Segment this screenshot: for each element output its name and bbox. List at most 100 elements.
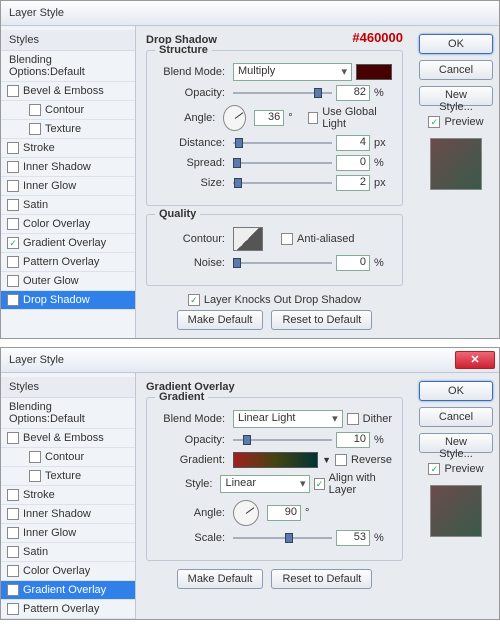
sidebar-item-satin[interactable]: Satin	[1, 196, 135, 215]
sidebar-item-pattern-overlay[interactable]: Pattern Overlay	[1, 253, 135, 272]
effect-checkbox[interactable]	[29, 104, 41, 116]
angle-input[interactable]: 90	[267, 505, 301, 521]
sidebar-item-label: Color Overlay	[23, 218, 90, 230]
gradient-picker[interactable]	[233, 452, 318, 468]
effect-checkbox[interactable]	[7, 85, 19, 97]
sidebar-styles-header[interactable]: Styles	[1, 30, 135, 51]
opacity-input[interactable]: 82	[336, 85, 370, 101]
sidebar-item-inner-glow[interactable]: Inner Glow	[1, 177, 135, 196]
effect-checkbox[interactable]	[7, 527, 19, 539]
scale-slider[interactable]	[233, 531, 332, 545]
effect-checkbox[interactable]: ✓	[7, 294, 19, 306]
sidebar-item-outer-glow[interactable]: Outer Glow	[1, 272, 135, 291]
effect-checkbox[interactable]	[7, 142, 19, 154]
sidebar-item-texture[interactable]: Texture	[1, 120, 135, 139]
spread-input[interactable]: 0	[336, 155, 370, 171]
effect-checkbox[interactable]	[7, 218, 19, 230]
noise-input[interactable]: 0	[336, 255, 370, 271]
use-global-light-checkbox[interactable]	[308, 112, 319, 124]
effect-checkbox[interactable]	[7, 161, 19, 173]
pct-unit: %	[374, 257, 392, 269]
make-default-button[interactable]: Make Default	[177, 569, 264, 589]
sidebar-blending-header[interactable]: Blending Options:Default	[1, 51, 135, 82]
blend-mode-combo[interactable]: Multiply	[233, 63, 352, 81]
sidebar-item-gradient-overlay[interactable]: ✓Gradient Overlay	[1, 581, 135, 600]
sidebar-item-inner-glow[interactable]: Inner Glow	[1, 524, 135, 543]
sidebar-item-stroke[interactable]: Stroke	[1, 139, 135, 158]
size-slider[interactable]	[233, 176, 332, 190]
angle-wheel[interactable]	[233, 500, 259, 526]
effect-checkbox[interactable]: ✓	[7, 584, 19, 596]
blend-mode-combo[interactable]: Linear Light	[233, 410, 343, 428]
cancel-button[interactable]: Cancel	[419, 407, 493, 427]
cancel-button[interactable]: Cancel	[419, 60, 493, 80]
sidebar-item-label: Inner Glow	[23, 180, 76, 192]
reverse-checkbox[interactable]	[335, 454, 347, 466]
spread-slider[interactable]	[233, 156, 332, 170]
effect-checkbox[interactable]	[7, 199, 19, 211]
effect-checkbox[interactable]	[29, 123, 41, 135]
size-input[interactable]: 2	[336, 175, 370, 191]
opacity-input[interactable]: 10	[336, 432, 370, 448]
sidebar-item-gradient-overlay[interactable]: ✓ Gradient Overlay	[1, 234, 135, 253]
effect-checkbox[interactable]: ✓	[7, 237, 19, 249]
distance-slider[interactable]	[233, 136, 332, 150]
sidebar-item-stroke[interactable]: Stroke	[1, 486, 135, 505]
sidebar-item-bevel-emboss[interactable]: Bevel & Emboss	[1, 429, 135, 448]
effect-checkbox[interactable]	[7, 256, 19, 268]
sidebar-item-drop-shadow[interactable]: ✓Drop Shadow	[1, 291, 135, 310]
sidebar-item-inner-shadow[interactable]: Inner Shadow	[1, 505, 135, 524]
contour-picker[interactable]	[233, 227, 263, 251]
sidebar-blending-header[interactable]: Blending Options:Default	[1, 398, 135, 429]
align-checkbox[interactable]: ✓	[314, 478, 324, 490]
sidebar-item-contour[interactable]: Contour	[1, 448, 135, 467]
shadow-color-swatch[interactable]	[356, 64, 392, 80]
angle-wheel[interactable]	[223, 105, 246, 131]
reset-default-button[interactable]: Reset to Default	[271, 569, 372, 589]
window-title: Layer Style	[9, 354, 64, 366]
sidebar-styles-header[interactable]: Styles	[1, 377, 135, 398]
new-style-button[interactable]: New Style...	[419, 86, 493, 106]
angle-label: Angle:	[157, 507, 229, 519]
blend-mode-label: Blend Mode:	[157, 413, 229, 425]
close-icon[interactable]: ✕	[455, 351, 495, 369]
new-style-button[interactable]: New Style...	[419, 433, 493, 453]
main-panel: Gradient Overlay Gradient Blend Mode: Li…	[136, 373, 413, 619]
effect-checkbox[interactable]	[7, 603, 19, 615]
preview-checkbox[interactable]: ✓	[428, 463, 440, 475]
sidebar-item-label: Gradient Overlay	[23, 237, 106, 249]
style-combo[interactable]: Linear	[220, 475, 310, 493]
noise-slider[interactable]	[233, 256, 332, 270]
effect-checkbox[interactable]	[7, 180, 19, 192]
preview-checkbox[interactable]: ✓	[428, 116, 440, 128]
make-default-button[interactable]: Make Default	[177, 310, 264, 330]
sidebar-item-texture[interactable]: Texture	[1, 467, 135, 486]
effect-checkbox[interactable]	[7, 508, 19, 520]
sidebar-item-contour[interactable]: Contour	[1, 101, 135, 120]
group-title: Quality	[155, 208, 200, 220]
sidebar-item-satin[interactable]: Satin	[1, 543, 135, 562]
distance-input[interactable]: 4	[336, 135, 370, 151]
angle-input[interactable]: 36	[254, 110, 284, 126]
sidebar-item-inner-shadow[interactable]: Inner Shadow	[1, 158, 135, 177]
ok-button[interactable]: OK	[419, 34, 493, 54]
sidebar-item-pattern-overlay[interactable]: Pattern Overlay	[1, 600, 135, 619]
opacity-slider[interactable]	[233, 433, 332, 447]
antialiased-checkbox[interactable]	[281, 233, 293, 245]
effect-checkbox[interactable]	[29, 451, 41, 463]
reset-default-button[interactable]: Reset to Default	[271, 310, 372, 330]
sidebar-item-color-overlay[interactable]: Color Overlay	[1, 215, 135, 234]
effect-checkbox[interactable]	[7, 275, 19, 287]
opacity-slider[interactable]	[233, 86, 332, 100]
knockout-checkbox[interactable]: ✓	[188, 294, 200, 306]
effect-checkbox[interactable]	[7, 546, 19, 558]
sidebar-item-bevel-emboss[interactable]: Bevel & Emboss	[1, 82, 135, 101]
dither-checkbox[interactable]	[347, 413, 359, 425]
ok-button[interactable]: OK	[419, 381, 493, 401]
effect-checkbox[interactable]	[7, 565, 19, 577]
effect-checkbox[interactable]	[29, 470, 41, 482]
effect-checkbox[interactable]	[7, 432, 19, 444]
effect-checkbox[interactable]	[7, 489, 19, 501]
scale-input[interactable]: 53	[336, 530, 370, 546]
sidebar-item-color-overlay[interactable]: Color Overlay	[1, 562, 135, 581]
